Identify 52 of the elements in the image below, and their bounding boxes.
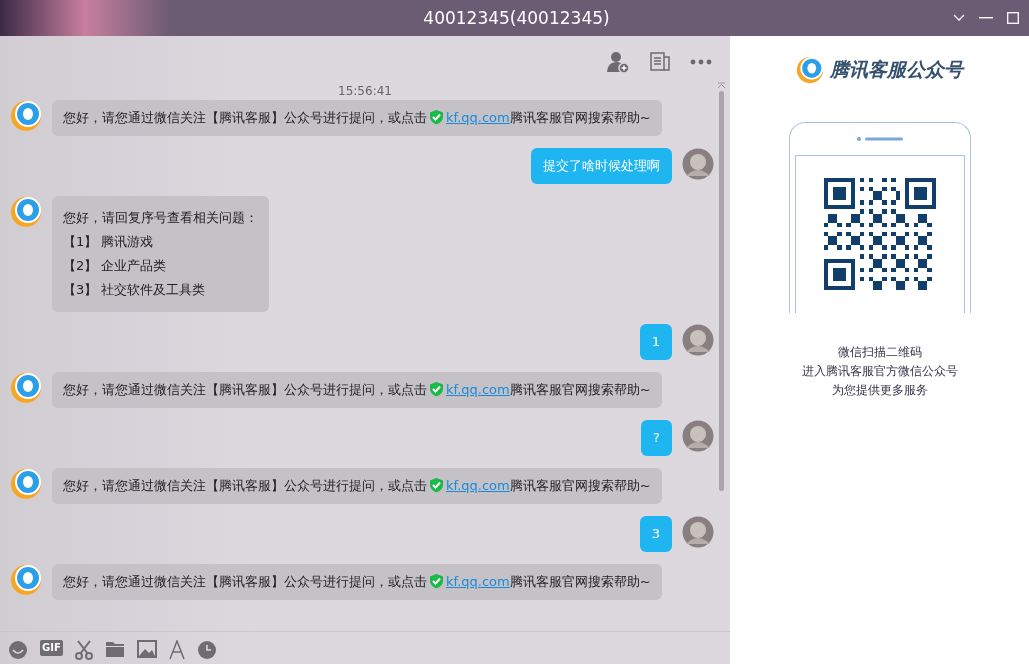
user-avatar [682, 148, 714, 180]
user-avatar [682, 420, 714, 452]
verified-shield-icon [429, 573, 444, 589]
verified-shield-icon [429, 109, 444, 125]
add-person-icon[interactable] [606, 50, 630, 74]
font-icon[interactable] [168, 640, 185, 660]
website-link[interactable]: kf.qq.com [446, 110, 510, 125]
bot-avatar-icon [10, 196, 42, 228]
website-link[interactable]: kf.qq.com [446, 574, 510, 589]
maximize-icon[interactable] [1007, 12, 1019, 24]
bot-avatar-icon [10, 468, 42, 500]
folder-icon[interactable] [104, 640, 125, 658]
panel-title: 腾讯客服公众号 [830, 57, 963, 82]
message-line: 【3】 社交软件及工具类 [63, 281, 207, 299]
user-message-bubble: 1 [639, 324, 672, 360]
verified-shield-icon [429, 477, 444, 493]
website-link[interactable]: kf.qq.com [446, 478, 510, 493]
gif-button[interactable]: GIF [40, 640, 63, 656]
message-timestamp: 15:56:41 [338, 84, 392, 98]
message-line: 【1】 腾讯游戏 [63, 233, 155, 251]
document-icon[interactable] [650, 52, 670, 72]
message-line: 您好，请回复序号查看相关问题： [63, 209, 258, 227]
bot-message-bubble: 您好，请您通过微信关注【腾讯客服】公众号进行提问，或点击 kf.qq.com腾讯客服官网搜索帮助~ [52, 468, 662, 504]
more-icon[interactable] [690, 59, 712, 65]
verified-shield-icon [429, 381, 444, 397]
image-icon[interactable] [136, 640, 157, 658]
qr-caption: 进入腾讯客服官方微信公众号 [801, 363, 958, 380]
minimize-icon[interactable] [979, 17, 993, 19]
bot-message-bubble: 您好，请您通过微信关注【腾讯客服】公众号进行提问，或点击 kf.qq.com腾讯客服官网搜索帮助~ [52, 564, 662, 600]
qr-caption: 微信扫描二维码 [836, 344, 923, 361]
clock-icon[interactable] [196, 640, 217, 660]
chevron-down-icon[interactable] [953, 14, 965, 22]
bot-avatar-icon [10, 100, 42, 132]
user-message-bubble: 3 [639, 516, 672, 552]
website-link[interactable]: kf.qq.com [446, 382, 510, 397]
scrollbar-thumb[interactable] [718, 91, 724, 491]
window-title: 40012345(40012345) [422, 8, 611, 28]
bot-message-bubble: 您好，请您通过微信关注【腾讯客服】公众号进行提问，或点击 kf.qq.com腾讯客服官网搜索帮助~ [52, 372, 662, 408]
bot-avatar-icon [10, 372, 42, 404]
speaker-icon [856, 137, 903, 141]
qr-caption: 为您提供更多服务 [830, 382, 929, 399]
user-message-bubble: ? [641, 420, 672, 456]
message-line: 【2】 企业产品类 [63, 257, 168, 275]
bot-message-bubble: 您好，请您通过微信关注【腾讯客服】公众号进行提问，或点击 kf.qq.com腾讯客服官网搜索帮助~ [52, 100, 662, 136]
scissors-icon[interactable] [74, 640, 93, 660]
user-avatar [682, 324, 714, 356]
emoji-icon[interactable] [8, 640, 28, 660]
scroll-up-icon[interactable] [716, 82, 726, 89]
user-avatar [682, 516, 714, 548]
user-message-bubble: 提交了啥时候处理啊 [531, 148, 672, 184]
bot-avatar-icon [10, 564, 42, 596]
tencent-service-logo-icon [796, 56, 824, 84]
